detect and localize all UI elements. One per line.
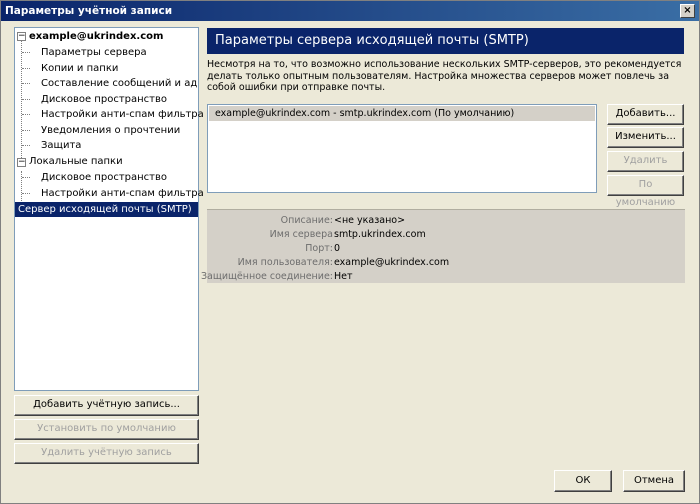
tree-item-server-settings[interactable]: Параметры сервера (41, 45, 147, 60)
delete-account-button[interactable]: Удалить учётную запись (14, 443, 199, 464)
account-tree: − example@ukrindex.com Параметры сервера… (14, 27, 204, 391)
detail-row-description: Описание: <не указано> (207, 214, 685, 227)
add-account-button[interactable]: Добавить учётную запись... (14, 395, 199, 416)
tree-item-return-receipts[interactable]: Уведомления о прочтении (41, 123, 180, 138)
tree-item-local-disk-space[interactable]: Дисковое пространство (41, 170, 167, 185)
detail-value: Нет (334, 271, 353, 282)
tree-item-junk-settings[interactable]: Настройки анти-спам фильтра (41, 107, 204, 122)
tree-item-smtp[interactable]: Сервер исходящей почты (SMTP) (15, 202, 198, 217)
server-details: Описание: <не указано> Имя сервера smtp.… (201, 209, 685, 283)
add-server-button[interactable]: Добавить... (607, 104, 684, 125)
tree-item-account[interactable]: example@ukrindex.com (29, 29, 163, 44)
tree-branch (22, 52, 30, 53)
title-bar: Параметры учётной записи × (1, 1, 699, 21)
tree-branch (22, 130, 30, 131)
set-default-account-button[interactable]: Установить по умолчанию (14, 419, 199, 440)
tree-branch (22, 177, 30, 178)
smtp-server-row[interactable]: example@ukrindex.com - smtp.ukrindex.com… (209, 106, 595, 121)
tree-item-security[interactable]: Защита (41, 138, 81, 153)
detail-row-username: Имя пользователя: example@ukrindex.com (207, 256, 685, 269)
account-settings-window: Параметры учётной записи × − example@ukr… (0, 0, 700, 504)
tree-branch (22, 99, 30, 100)
tree-branch (22, 193, 30, 194)
detail-row-server: Имя сервера smtp.ukrindex.com (207, 228, 685, 241)
page-title: Параметры сервера исходящей почты (SMTP) (207, 28, 684, 54)
close-icon[interactable]: × (680, 4, 695, 18)
detail-label: Имя пользователя: (237, 257, 333, 268)
set-default-server-button[interactable]: По умолчанию (607, 175, 684, 208)
tree-branch (22, 68, 30, 69)
detail-label: Порт: (305, 243, 333, 254)
delete-server-button[interactable]: Удалить (607, 151, 684, 172)
detail-value: example@ukrindex.com (334, 257, 450, 268)
tree-item-copies-folders[interactable]: Копии и папки (41, 61, 118, 76)
collapse-icon[interactable]: − (17, 158, 26, 167)
tree-item-local-junk-settings[interactable]: Настройки анти-спам фильтра (41, 186, 204, 201)
smtp-server-list[interactable]: example@ukrindex.com - smtp.ukrindex.com… (207, 104, 597, 193)
tree-item-local-folders[interactable]: Локальные папки (29, 154, 123, 169)
detail-value: smtp.ukrindex.com (334, 229, 426, 240)
tree-line (21, 40, 22, 160)
detail-label: Имя сервера (269, 229, 333, 240)
detail-row-port: Порт: 0 (207, 242, 685, 255)
detail-label: Защищённое соединение: (200, 271, 333, 282)
tree-item-disk-space[interactable]: Дисковое пространство (41, 92, 167, 107)
edit-server-button[interactable]: Изменить... (607, 127, 684, 148)
detail-row-secure: Защищённое соединение: Нет (201, 270, 685, 283)
tree-branch (22, 114, 30, 115)
tree-item-composition[interactable]: Составление сообщений и адре... (41, 76, 197, 91)
ok-button[interactable]: ОК (554, 470, 612, 492)
tree-branch (22, 83, 30, 84)
window-title: Параметры учётной записи (5, 5, 173, 17)
detail-value: <не указано> (334, 215, 406, 226)
collapse-icon[interactable]: − (17, 32, 26, 41)
tree-branch (22, 145, 30, 146)
detail-label: Описание: (280, 215, 333, 226)
cancel-button[interactable]: Отмена (623, 470, 685, 492)
detail-value: 0 (334, 243, 341, 254)
smtp-description: Несмотря на то, что возможно использован… (207, 59, 682, 93)
